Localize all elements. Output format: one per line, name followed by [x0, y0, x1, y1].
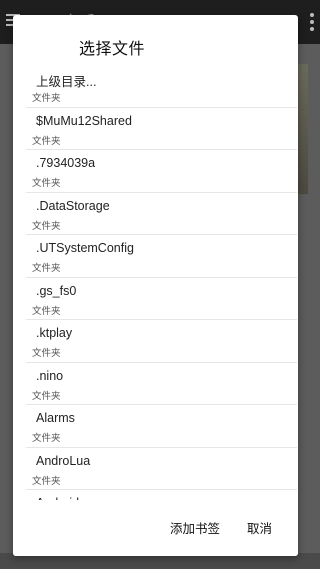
- file-name: .gs_fs0: [36, 283, 77, 298]
- file-type: 文件夹: [32, 220, 61, 232]
- file-type: 文件夹: [32, 263, 61, 274]
- cancel-button[interactable]: 取消: [247, 518, 272, 537]
- list-item[interactable]: .UTSystemConfig 文件夹: [26, 235, 297, 278]
- file-name: .nino: [36, 368, 64, 383]
- list-item[interactable]: .DataStorage 文件夹: [26, 193, 297, 235]
- file-list: 上级目录... 文件夹 $MuMu12Shared 文件夹 .7934039a …: [26, 65, 297, 533]
- file-name: .DataStorage: [36, 198, 110, 213]
- dialog-title: 选择文件: [79, 39, 146, 58]
- file-type: 文件夹: [32, 305, 61, 317]
- file-name: $MuMu12Shared: [36, 113, 132, 128]
- file-type: 文件夹: [32, 135, 61, 147]
- file-type: 文件夹: [32, 475, 61, 487]
- file-type: 文件夹: [32, 93, 61, 104]
- background-image: [298, 64, 308, 194]
- more-vert-icon: [310, 13, 314, 34]
- file-type: 文件夹: [32, 348, 61, 359]
- file-type: 文件夹: [32, 178, 61, 189]
- list-item[interactable]: .nino 文件夹: [26, 363, 297, 405]
- file-type: 文件夹: [32, 390, 61, 402]
- file-name: .7934039a: [36, 156, 96, 170]
- file-name: .UTSystemConfig: [36, 241, 134, 255]
- list-item-parent-directory[interactable]: 上级目录... 文件夹: [26, 65, 297, 108]
- file-name: AndroLua: [36, 453, 91, 468]
- file-type: 文件夹: [32, 433, 61, 444]
- file-name: .ktplay: [36, 326, 73, 340]
- list-item[interactable]: .7934039a 文件夹: [26, 150, 297, 193]
- list-item[interactable]: Alarms 文件夹: [26, 405, 297, 448]
- list-item[interactable]: .gs_fs0 文件夹: [26, 278, 297, 320]
- dialog-actions: 添加书签 取消: [13, 500, 298, 556]
- list-item[interactable]: $MuMu12Shared 文件夹: [26, 108, 297, 150]
- file-picker-dialog: 选择文件 上级目录... 文件夹 $MuMu12Shared 文件夹 .7934…: [13, 15, 298, 556]
- list-item[interactable]: AndroLua 文件夹: [26, 448, 297, 490]
- file-name: Alarms: [36, 411, 75, 425]
- file-name: 上级目录...: [36, 75, 97, 89]
- list-item[interactable]: .ktplay 文件夹: [26, 320, 297, 363]
- add-bookmark-button[interactable]: 添加书签: [170, 518, 220, 537]
